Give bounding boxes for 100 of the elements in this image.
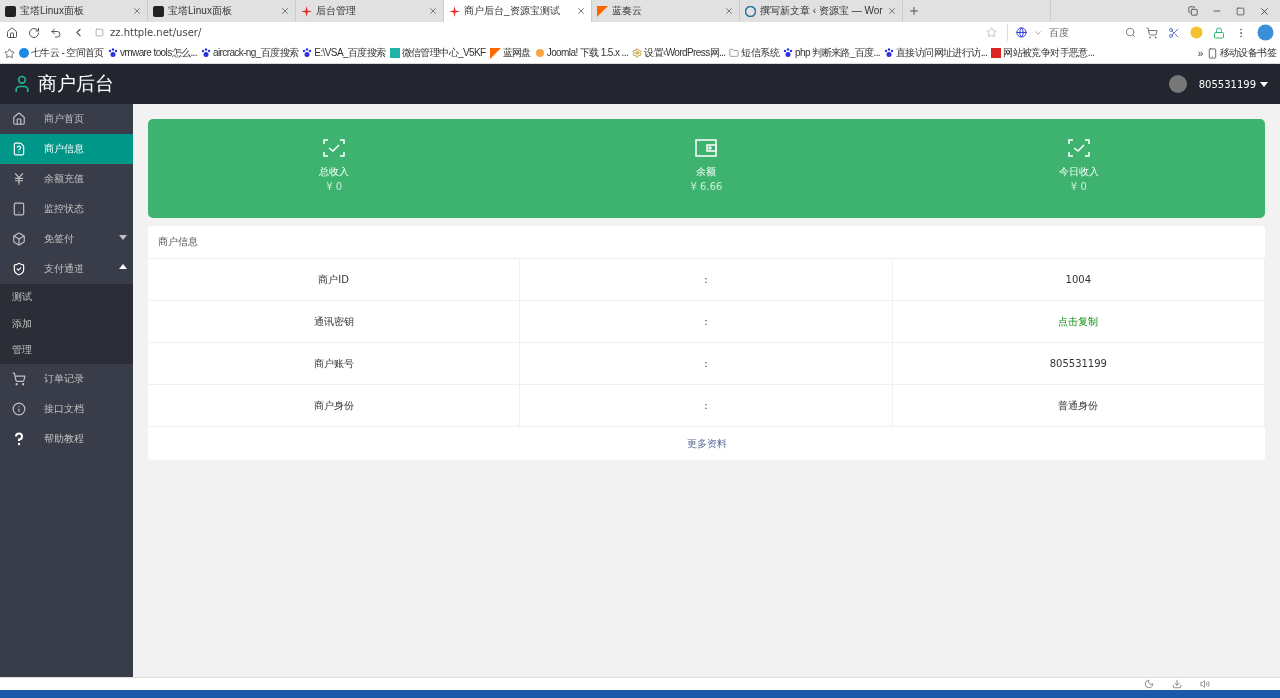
sidebar-item[interactable]: 支付通道 <box>0 254 133 284</box>
help-icon <box>12 431 26 446</box>
sidebar-item[interactable]: 余额充值 <box>0 164 133 194</box>
search-field[interactable]: 百度 <box>1007 24 1136 41</box>
cart-icon <box>12 371 26 386</box>
bookmark[interactable]: 短信系统 <box>729 46 780 60</box>
table-cell: 商户账号 <box>148 343 521 384</box>
close-icon[interactable] <box>1259 5 1270 17</box>
bt-logo-icon <box>153 5 164 17</box>
bell-logo-icon[interactable] <box>1190 26 1203 39</box>
bookmark[interactable]: vmware tools怎么... <box>107 46 197 60</box>
table-cell: 普通身份 <box>892 385 1265 426</box>
stat-value: ¥ 0 <box>326 181 343 192</box>
home-icon <box>12 112 26 126</box>
sidebar-item[interactable]: 接口文档 <box>0 393 133 424</box>
table-cell: 805531199 <box>892 343 1265 384</box>
copy-link[interactable]: 点击复制 <box>892 301 1265 342</box>
panel-title: 商户信息 <box>148 226 1265 259</box>
search-icon <box>1125 27 1136 38</box>
table-cell: 商户ID <box>148 259 521 300</box>
close-icon[interactable] <box>886 6 897 16</box>
sidebar-item[interactable]: 商户首页 <box>0 104 133 134</box>
v-logo-icon <box>389 48 400 58</box>
sidebar-item[interactable]: 帮助教程 <box>0 423 133 454</box>
table-cell: 通讯密钥 <box>148 301 521 342</box>
speaker-icon[interactable] <box>1200 679 1210 689</box>
shield-check-icon <box>12 262 26 276</box>
table-cell: 商户身份 <box>148 385 521 426</box>
close-icon[interactable] <box>724 6 734 16</box>
bookmark[interactable]: 网站被竞争对手恶意... <box>991 46 1095 60</box>
flag-logo-icon <box>597 5 608 17</box>
scan-check-icon <box>323 139 346 157</box>
box-icon <box>12 232 26 246</box>
table-cell: : <box>520 301 893 342</box>
cart-icon[interactable] <box>1146 26 1158 39</box>
stat-label: 余额 <box>696 165 717 179</box>
star-logo-icon <box>449 5 460 17</box>
mobile-bookmarks[interactable]: 移动设备书签 <box>1206 46 1276 60</box>
sidebar-subitem[interactable]: 管理 <box>0 337 133 364</box>
star-icon[interactable] <box>4 47 15 59</box>
bookmark[interactable]: 直接访问网址进行访... <box>884 46 988 60</box>
site-logo-icon <box>991 48 1002 58</box>
bookmark[interactable]: E:\VSA_百度搜索 <box>302 46 386 60</box>
copy-icon[interactable] <box>1188 6 1198 16</box>
stat-value: ¥ 6.66 <box>690 181 723 192</box>
star-icon[interactable] <box>986 27 997 38</box>
bookmark[interactable]: aircrack-ng_百度搜索 <box>200 46 299 60</box>
flag-logo-icon <box>489 47 501 59</box>
bookmark[interactable]: 七牛云 - 空间首页 <box>19 46 104 60</box>
stat-value: ¥ 0 <box>1070 181 1087 192</box>
sidebar-item[interactable]: 监控状态 <box>0 194 133 224</box>
new-tab-icon[interactable] <box>907 5 920 17</box>
lock-icon[interactable] <box>1213 26 1225 39</box>
more-link[interactable]: 更多资料 <box>148 427 1265 460</box>
home-icon[interactable] <box>6 26 18 39</box>
cloud-logo-icon <box>19 48 29 58</box>
user-menu[interactable]: 805531199 <box>1198 78 1268 90</box>
reload-icon[interactable] <box>28 26 40 39</box>
stat-label: 今日收入 <box>1058 165 1099 179</box>
document-question-icon <box>12 142 26 156</box>
browser-tab[interactable]: 商户后台_资源宝测试 <box>444 0 592 22</box>
restore-icon[interactable] <box>1236 6 1245 16</box>
bookmark[interactable]: 蓝网盘 <box>489 46 531 60</box>
scissors-icon[interactable] <box>1168 26 1180 39</box>
bookmark[interactable]: Joomla! 下载 1.5.x ... <box>534 46 629 60</box>
caret-icon <box>1260 81 1268 87</box>
yen-icon <box>12 172 26 186</box>
sidebar-item[interactable]: 免签付 <box>0 224 133 254</box>
sidebar-item[interactable]: 商户信息 <box>0 134 133 164</box>
profile-avatar-icon[interactable] <box>1257 24 1274 41</box>
bookmark[interactable]: 微信管理中心_V5KF <box>389 46 486 60</box>
sidebar-subitem[interactable]: 测试 <box>0 284 133 311</box>
wallet-icon <box>695 139 718 157</box>
more-bookmarks[interactable]: » <box>1197 47 1203 59</box>
bookmark[interactable]: php 判断来路_百度... <box>783 46 881 60</box>
gear-icon <box>632 48 643 58</box>
info-icon <box>12 401 26 416</box>
page-icon <box>95 28 104 37</box>
stat-label: 总收入 <box>319 165 350 179</box>
sidebar-subitem[interactable]: 添加 <box>0 310 133 337</box>
table-cell: : <box>520 385 893 426</box>
close-icon[interactable] <box>132 6 142 16</box>
moon-icon[interactable] <box>1144 679 1154 689</box>
wordpress-logo-icon <box>745 5 756 17</box>
undo-icon[interactable] <box>50 26 62 39</box>
bt-logo-icon <box>5 5 16 17</box>
bookmark[interactable]: 设置‹WordPress网... <box>632 46 726 60</box>
table-cell: : <box>520 343 893 384</box>
download-icon[interactable] <box>1172 679 1182 689</box>
user-avatar <box>1168 75 1187 93</box>
star-logo-icon <box>301 5 312 17</box>
brand-title: 商户后台 <box>38 71 114 96</box>
close-icon[interactable] <box>280 6 290 16</box>
address-field[interactable]: zz.httple.net/user/ <box>110 27 202 38</box>
user-icon <box>12 74 32 94</box>
table-cell: : <box>520 259 893 300</box>
close-icon[interactable] <box>428 6 438 16</box>
close-icon[interactable] <box>576 6 586 16</box>
phone-icon <box>1206 47 1218 59</box>
sidebar-item[interactable]: 订单记录 <box>0 363 133 394</box>
